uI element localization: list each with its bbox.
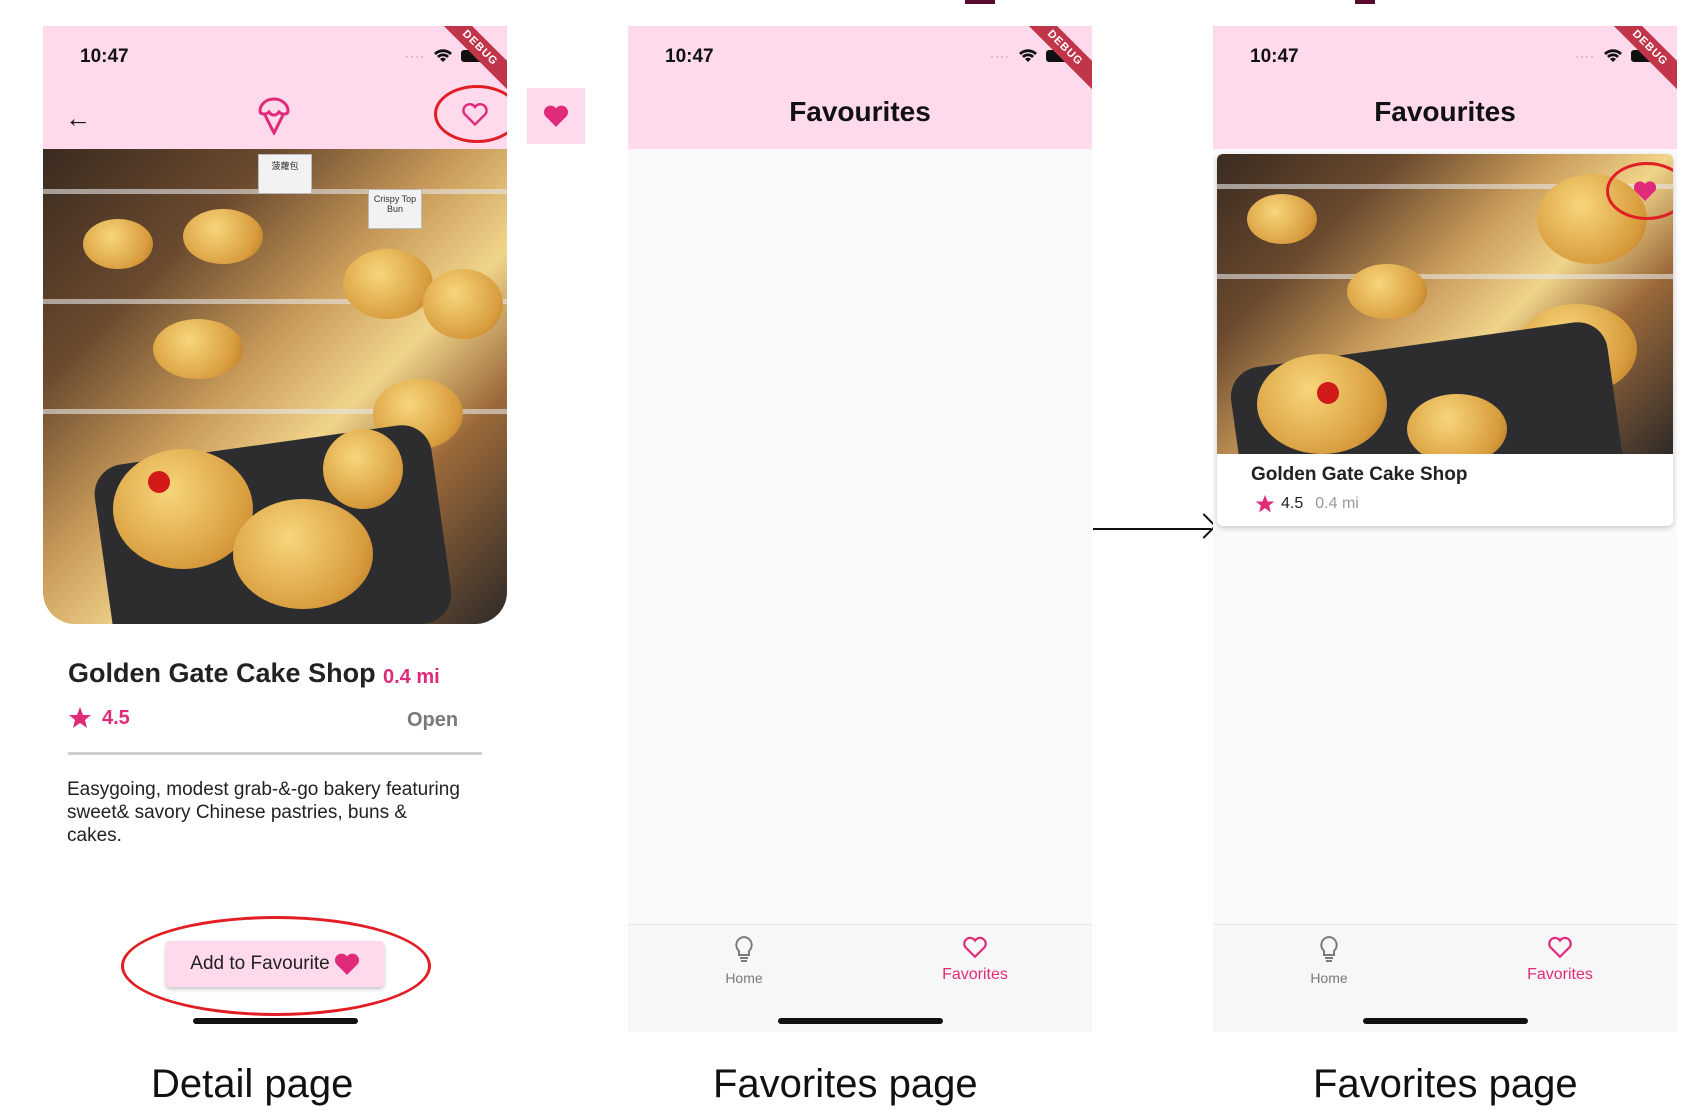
photo-price-tag: Crispy Top Bun [368, 189, 422, 229]
divider [68, 752, 482, 755]
shop-description: Easygoing, modest grab-&-go bakery featu… [67, 779, 460, 846]
app-bar: 10:47 ···· DEBUG ← [43, 26, 507, 149]
page-title: Favourites [789, 96, 931, 127]
signal-icon: ···· [405, 49, 425, 63]
filled-heart-preview [527, 88, 585, 144]
home-indicator [1363, 1018, 1528, 1024]
lightbulb-icon [1320, 935, 1338, 962]
nav-home-label: Home [1310, 970, 1348, 986]
annotation-circle [121, 916, 431, 1016]
nav-favorites[interactable]: Favorites [1500, 935, 1620, 984]
nav-home[interactable]: Home [684, 935, 804, 986]
shop-name: Golden Gate Cake Shop [68, 658, 376, 688]
heart-filled-icon [543, 105, 569, 127]
status-time: 10:47 [665, 46, 714, 67]
app-bar: 10:47 ···· DEBUG Favourites [1213, 26, 1677, 149]
nav-home-label: Home [725, 970, 763, 986]
caption-detail-page: Detail page [151, 1062, 354, 1106]
nav-favorites-label: Favorites [1527, 966, 1593, 983]
card-photo [1217, 154, 1673, 454]
bottom-nav: Home Favorites [1213, 924, 1677, 1032]
card-shop-name: Golden Gate Cake Shop [1251, 464, 1468, 485]
wifi-icon [1604, 49, 1622, 62]
star-icon [1255, 494, 1275, 513]
card-distance: 0.4 mi [1315, 495, 1359, 512]
signal-icon: ···· [1575, 49, 1595, 63]
status-time: 10:47 [80, 46, 129, 67]
favorite-shop-card[interactable]: Golden Gate Cake Shop 4.5 0.4 mi [1217, 154, 1673, 526]
card-rating-value: 4.5 [1281, 495, 1304, 512]
nav-favorites[interactable]: Favorites [915, 935, 1035, 984]
shop-distance: 0.4 mi [383, 666, 440, 688]
back-arrow-icon[interactable]: ← [65, 103, 91, 134]
top-edge-mark [965, 0, 995, 4]
caption-favorites-page-filled: Favorites page [1313, 1062, 1578, 1106]
home-indicator [778, 1018, 943, 1024]
card-rating-row: 4.5 0.4 mi [1255, 494, 1359, 514]
home-indicator [193, 1018, 358, 1024]
photo-price-tag: 菠蘿包 [258, 154, 312, 194]
heart-outline-icon [1548, 936, 1572, 959]
rating-row: 4.5 [68, 706, 130, 730]
shop-photo: 菠蘿包 Crispy Top Bun [43, 149, 507, 624]
star-icon [69, 707, 91, 728]
lightbulb-icon [735, 935, 753, 962]
app-bar: 10:47 ···· DEBUG Favourites [628, 26, 1092, 149]
favorites-empty-screen: 10:47 ···· DEBUG Favourites Home Favorit… [628, 26, 1092, 1032]
top-edge-mark [1355, 0, 1375, 4]
ice-cream-icon [258, 97, 290, 135]
nav-favorites-label: Favorites [942, 966, 1008, 983]
wifi-icon [434, 49, 452, 62]
detail-screen: 10:47 ···· DEBUG ← 菠蘿包 Crispy Top Bun Go… [43, 26, 507, 1032]
open-status: Open [407, 709, 459, 731]
wifi-icon [1019, 49, 1037, 62]
rating-value: 4.5 [102, 706, 130, 729]
caption-favorites-page: Favorites page [713, 1062, 978, 1106]
page-title: Favourites [1374, 96, 1516, 127]
signal-icon: ···· [990, 49, 1010, 63]
favorites-filled-screen: 10:47 ···· DEBUG Favourites Golden Gate … [1213, 26, 1677, 1032]
nav-home[interactable]: Home [1269, 935, 1389, 986]
heart-outline-icon [963, 936, 987, 959]
bottom-nav: Home Favorites [628, 924, 1092, 1032]
status-time: 10:47 [1250, 46, 1299, 67]
